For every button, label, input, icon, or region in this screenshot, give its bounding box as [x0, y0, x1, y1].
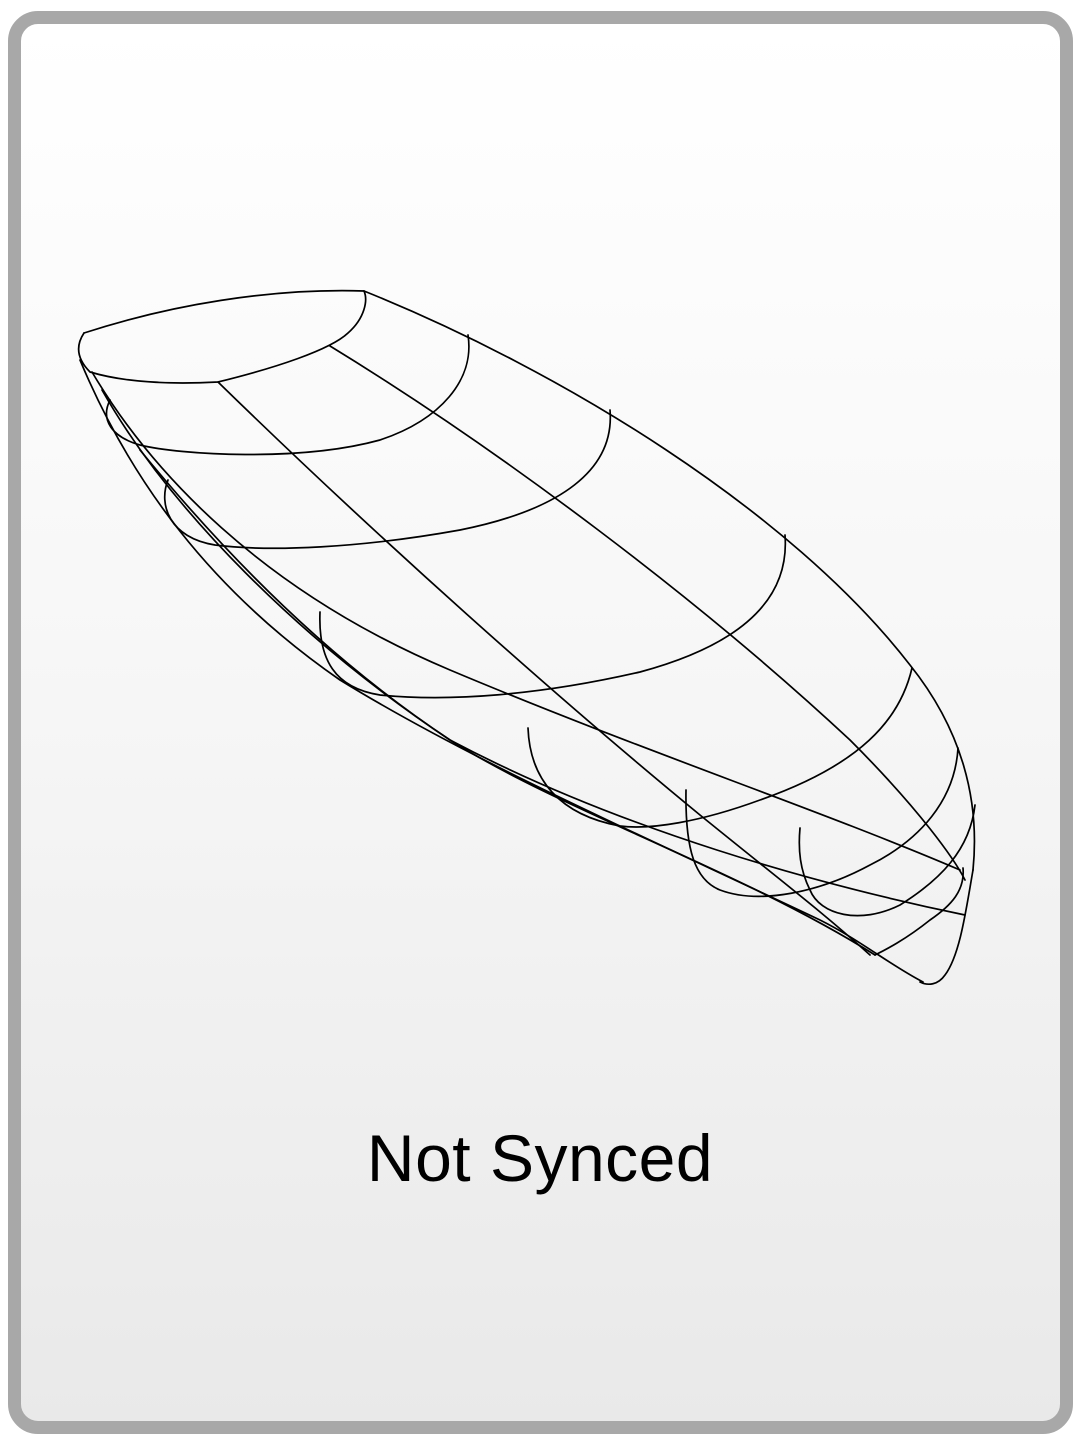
boat-hull-wireframe-icon [77, 289, 976, 986]
hull-station-6 [798, 804, 976, 917]
hull-stem [919, 869, 974, 986]
hull-sheer [363, 290, 976, 871]
hull-longitudinal-1 [217, 381, 871, 956]
hull-station-1 [105, 334, 470, 456]
hull-transom-top [83, 289, 365, 334]
hull-station-3 [319, 534, 787, 699]
hull-station-2 [163, 409, 612, 550]
hull-chine-3 [139, 449, 876, 956]
hull-chine-2 [101, 389, 966, 916]
hull-longitudinal-2 [329, 345, 966, 881]
hull-station-5 [685, 747, 959, 898]
hull-transom-side [77, 290, 367, 384]
sync-status-label: Not Synced [366, 1121, 714, 1195]
hull-chine-1 [91, 371, 961, 871]
